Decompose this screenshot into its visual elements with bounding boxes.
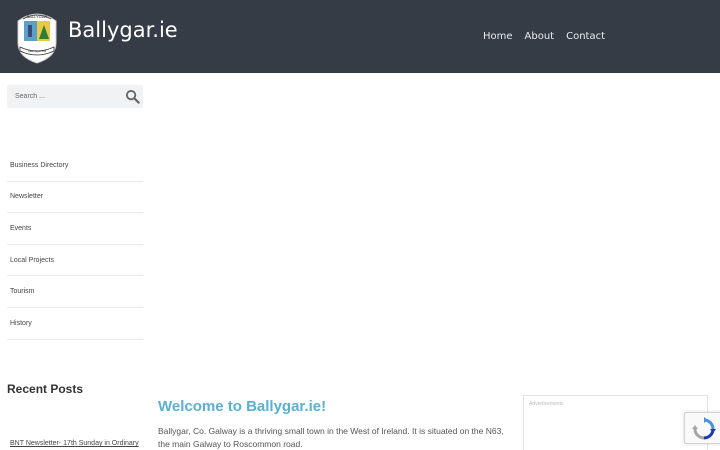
main-nav: Home About Contact (483, 31, 605, 42)
sidebar-link[interactable]: Local Projects (10, 257, 54, 264)
advertisement-box[interactable]: Advertisements (523, 395, 708, 450)
site-header: BALLYGAR Ceart Agus Cóir Ballygar.ie Hom… (0, 0, 720, 73)
search-form (7, 85, 143, 108)
sidebar-item-events: Events (7, 213, 143, 245)
sidebar-item-local-projects: Local Projects (7, 245, 143, 277)
recent-post-link[interactable]: BNT Newsletter- 17th Sunday in Ordinary (10, 440, 139, 447)
recaptcha-badge[interactable] (684, 412, 720, 444)
search-icon[interactable] (125, 89, 140, 104)
sidebar-link[interactable]: Events (10, 225, 31, 232)
sidebar-item-business-directory: Business Directory (7, 150, 143, 182)
nav-home[interactable]: Home (483, 31, 513, 42)
sidebar-link[interactable]: Newsletter (10, 193, 43, 200)
intro-paragraph: Ballygar, Co. Galway is a thriving small… (158, 426, 504, 449)
nav-contact[interactable]: Contact (566, 31, 605, 42)
ad-label: Advertisements (529, 401, 564, 407)
sidebar-link[interactable]: Tourism (10, 288, 35, 295)
recaptcha-icon (692, 417, 716, 440)
logo-banner-text: Ceart Agus Cóir (28, 49, 46, 53)
page-title: Welcome to Ballygar.ie! (158, 398, 327, 415)
sidebar-item-history: History (7, 308, 143, 340)
sidebar-item-tourism: Tourism (7, 276, 143, 308)
sidebar-item-newsletter: Newsletter (7, 182, 143, 214)
sidebar-link[interactable]: History (10, 320, 32, 327)
nav-about[interactable]: About (525, 31, 555, 42)
site-title[interactable]: Ballygar.ie (68, 18, 178, 42)
sidebar-link[interactable]: Business Directory (10, 162, 68, 169)
search-input[interactable] (7, 85, 119, 108)
logo-top-text: BALLYGAR (27, 14, 48, 19)
sidebar-menu: Business Directory Newsletter Events Loc… (7, 150, 143, 340)
ballygar-crest-logo[interactable]: BALLYGAR Ceart Agus Cóir (14, 7, 60, 65)
recent-posts-heading: Recent Posts (7, 382, 84, 396)
